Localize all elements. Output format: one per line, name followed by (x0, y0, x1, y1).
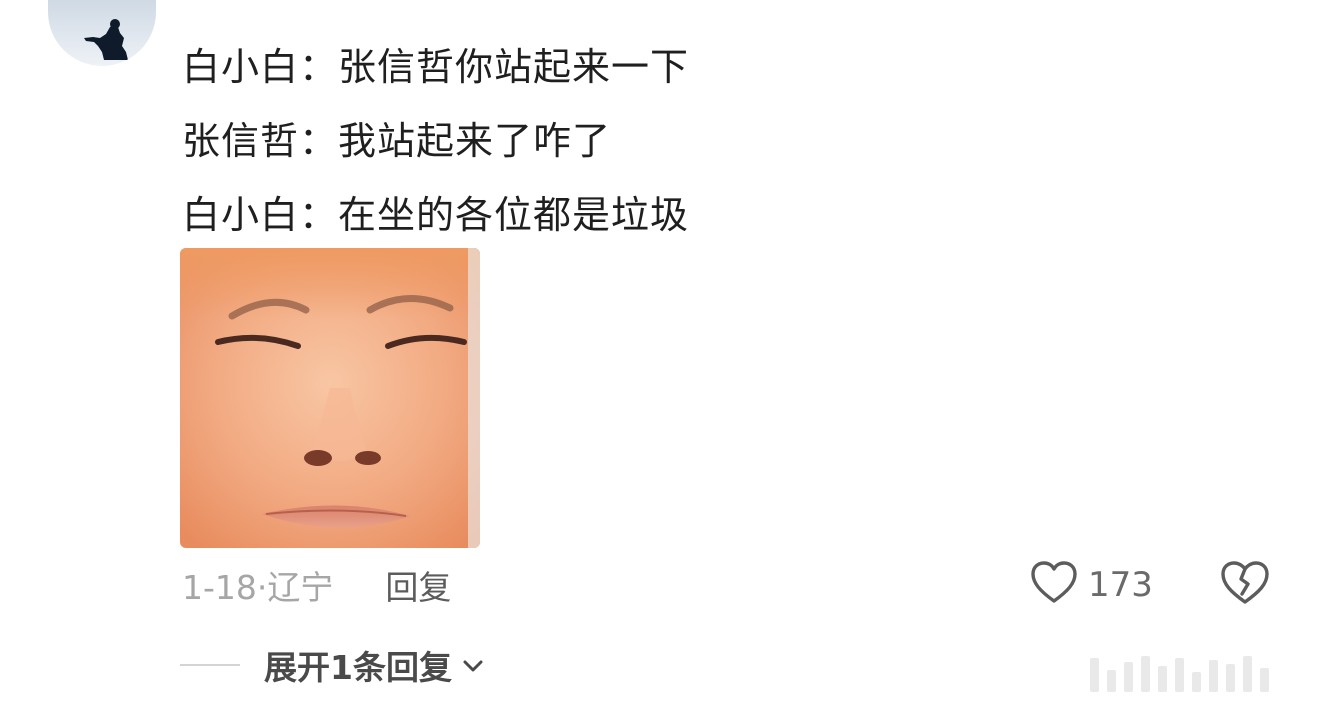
divider (180, 664, 240, 666)
avatar[interactable] (48, 0, 156, 66)
watermark (1090, 654, 1310, 692)
comment-meta: 1-18·辽宁 回复 (182, 562, 451, 608)
dislike-button[interactable] (1220, 560, 1270, 610)
avatar-silhouette-icon (84, 19, 128, 60)
broken-heart-icon (1220, 561, 1270, 610)
comment-card: 白小白：张信哲你站起来一下 张信哲：我站起来了咋了 白小白：在坐的各位都是垃圾 (0, 0, 1320, 706)
face-sticker-image[interactable] (180, 248, 480, 548)
comment-text: 白小白：张信哲你站起来一下 张信哲：我站起来了咋了 白小白：在坐的各位都是垃圾 (182, 30, 689, 252)
reply-button[interactable]: 回复 (385, 561, 451, 609)
chevron-down-icon (462, 658, 484, 677)
heart-outline-icon (1030, 561, 1078, 609)
expand-replies-label: 展开1条回复 (264, 648, 452, 687)
like-button[interactable]: 173 (1030, 560, 1153, 610)
expand-replies-button[interactable]: 展开1条回复 (180, 642, 484, 688)
comment-line: 白小白：张信哲你站起来一下 (182, 45, 690, 89)
date-location: 1-18·辽宁 (182, 568, 334, 607)
comment-line: 白小白：在坐的各位都是垃圾 (182, 193, 690, 237)
comment-line: 张信哲：我站起来了咋了 (182, 119, 612, 163)
like-count: 173 (1088, 565, 1153, 605)
